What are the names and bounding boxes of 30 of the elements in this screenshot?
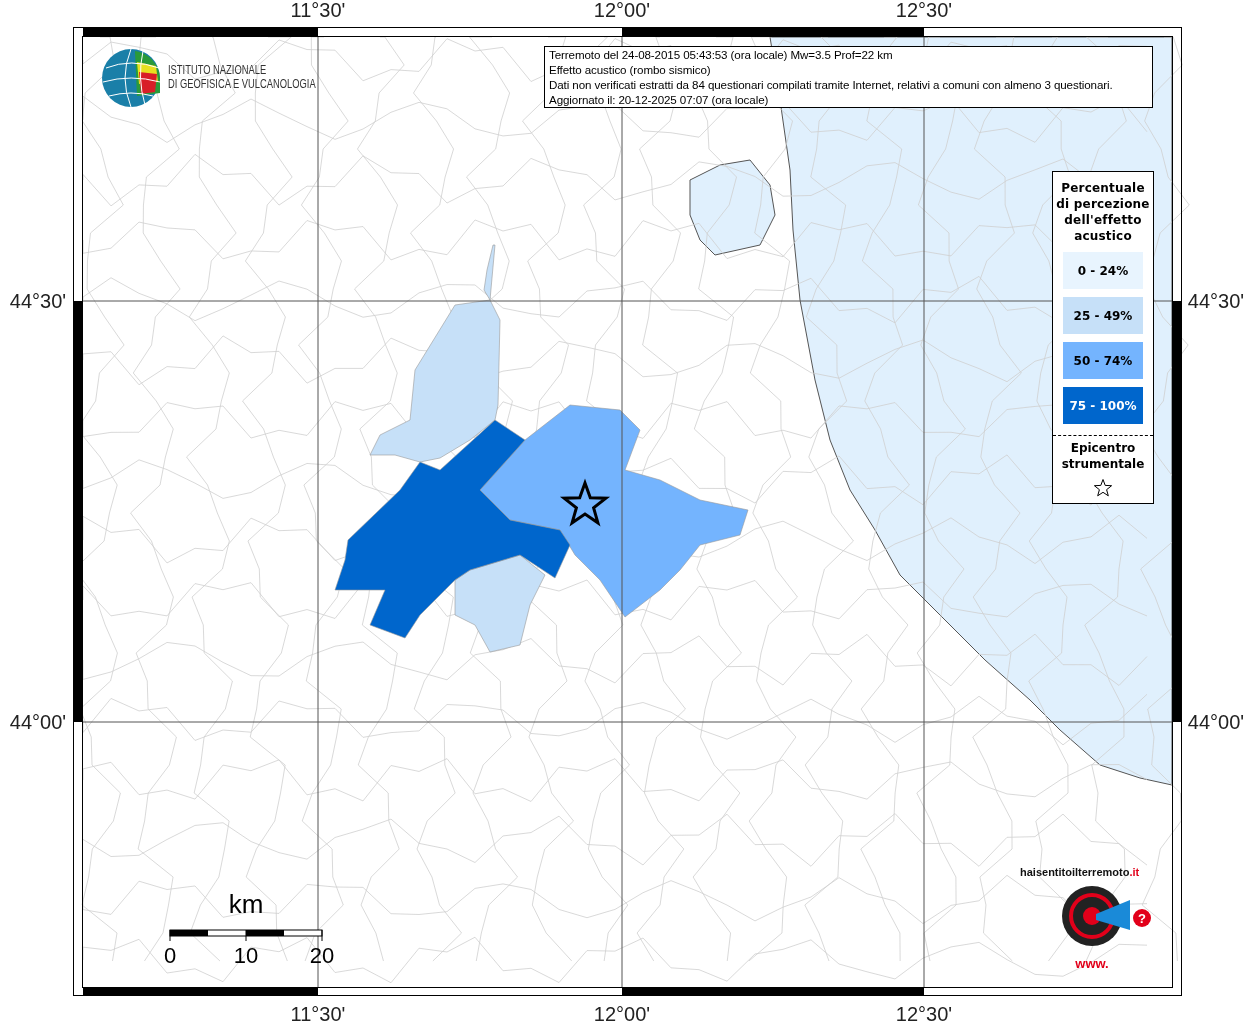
legend-swatch: 0 - 24% xyxy=(1063,252,1143,289)
scale-label: 10 xyxy=(233,943,259,969)
coordinate-label: 12°00' xyxy=(593,0,651,22)
scale-unit: km xyxy=(228,889,264,920)
epicenter-star-icon xyxy=(559,478,611,527)
star-icon xyxy=(1093,478,1113,498)
coordinate-label: 44°00' xyxy=(1187,710,1245,734)
institute-name: ISTITUTO NAZIONALE xyxy=(168,63,267,77)
coordinate-label: 12°30' xyxy=(895,0,953,22)
legend-label: Epicentro strumentale xyxy=(1060,440,1146,472)
coordinate-label: 44°00' xyxy=(9,710,67,734)
scale-label: 0 xyxy=(163,943,177,969)
info-text: Terremoto del 24-08-2015 05:43:53 (ora locale) Mw=3.5 Prof=22 km xyxy=(549,47,894,62)
legend-title: Percentuale di percezione dell'effetto acustico xyxy=(1055,180,1151,244)
legend-swatch: 25 - 49% xyxy=(1063,297,1143,334)
coordinate-label: 11°30' xyxy=(290,0,346,22)
legend-swatch: 50 - 74% xyxy=(1063,342,1143,379)
info-text: Aggiornato il: 20-12-2025 07:07 (ora locale) xyxy=(549,92,770,107)
institute-name: DI GEOFISICA E VULCANOLOGIA xyxy=(168,77,316,91)
coordinate-label: 11°30' xyxy=(290,1002,346,1024)
info-text: Effetto acustico (rombo sismico) xyxy=(549,62,712,77)
globe-logo-icon xyxy=(101,48,161,108)
legend-swatch: 75 - 100% xyxy=(1063,387,1143,424)
coordinate-label: 44°30' xyxy=(9,289,67,313)
coordinate-label: 12°30' xyxy=(895,1002,953,1024)
coordinate-label: 12°00' xyxy=(593,1002,651,1024)
scale-label: 20 xyxy=(309,943,335,969)
info-text: Dati non verificati estratti da 84 questionari compilati tramite Internet, relativi a comuni con almeno 3 questionari. xyxy=(549,77,1114,92)
site-logo-drawing: ? haisentitoilterremoto.it www. xyxy=(1018,856,1170,980)
coordinate-label: 44°30' xyxy=(1187,289,1245,313)
